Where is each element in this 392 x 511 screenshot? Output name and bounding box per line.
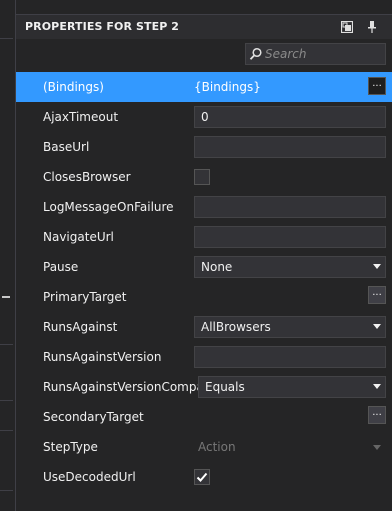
- property-name: (Bindings): [43, 80, 104, 94]
- property-row-primarytarget[interactable]: PrimaryTarget ...: [16, 282, 392, 312]
- pin-button[interactable]: [364, 19, 380, 35]
- search-row: [16, 43, 392, 69]
- logmessageonfailure-field[interactable]: [194, 196, 386, 218]
- property-row-bindings[interactable]: (Bindings) {Bindings} ...: [16, 72, 392, 102]
- splitter-divider: [0, 344, 13, 345]
- closesbrowser-checkbox[interactable]: [194, 169, 210, 185]
- ellipsis-button[interactable]: ...: [368, 77, 386, 95]
- chevron-down-icon: [373, 324, 381, 329]
- property-name: LogMessageOnFailure: [43, 200, 174, 214]
- runsagainstversioncompare-dropdown[interactable]: Equals: [198, 376, 386, 398]
- search-icon: [249, 47, 262, 60]
- property-row-navigateurl[interactable]: NavigateUrl: [16, 222, 392, 252]
- panel-titlebar: PROPERTIES FOR STEP 2: [16, 14, 392, 39]
- property-name: SecondaryTarget: [43, 410, 144, 424]
- chevron-down-icon: [373, 384, 381, 389]
- splitter-divider: [0, 490, 13, 491]
- runsagainstversion-field[interactable]: [194, 346, 386, 368]
- usedecodedurl-checkbox[interactable]: [194, 469, 210, 485]
- panel-title: PROPERTIES FOR STEP 2: [25, 20, 180, 33]
- property-name: PrimaryTarget: [43, 290, 127, 304]
- property-name: RunsAgainstVersionCompare: [43, 380, 216, 394]
- primarytarget-ellipsis-button[interactable]: ...: [368, 286, 386, 304]
- property-name: Pause: [43, 260, 79, 274]
- property-row-runsagainst[interactable]: RunsAgainst AllBrowsers: [16, 312, 392, 342]
- property-name: RunsAgainstVersion: [43, 350, 162, 364]
- splitter-divider: [0, 38, 13, 39]
- left-splitter[interactable]: [0, 0, 13, 511]
- property-row-secondarytarget[interactable]: SecondaryTarget ...: [16, 402, 392, 432]
- property-name: AjaxTimeout: [43, 110, 119, 124]
- maximize-button[interactable]: [339, 19, 355, 35]
- splitter-mark: [2, 296, 10, 298]
- runsagainst-dropdown[interactable]: AllBrowsers: [194, 316, 386, 338]
- splitter-divider: [0, 400, 13, 401]
- property-grid: (Bindings) {Bindings} ... AjaxTimeout 0 …: [16, 72, 392, 492]
- search-box[interactable]: [245, 43, 386, 65]
- dropdown-value: AllBrowsers: [201, 320, 271, 334]
- property-name: ClosesBrowser: [43, 170, 131, 184]
- property-row-steptype[interactable]: StepType Action: [16, 432, 392, 462]
- ajaxtimeout-field[interactable]: 0: [194, 106, 386, 128]
- maximize-icon: [341, 21, 353, 33]
- splitter-divider: [0, 430, 13, 431]
- property-row-closesbrowser[interactable]: ClosesBrowser: [16, 162, 392, 192]
- property-name: NavigateUrl: [43, 230, 114, 244]
- dropdown-value: None: [201, 260, 233, 274]
- property-name: StepType: [43, 440, 98, 454]
- chevron-down-icon: [373, 445, 381, 450]
- property-row-runsagainstversioncompare[interactable]: RunsAgainstVersionCompare Equals: [16, 372, 392, 402]
- properties-panel: PROPERTIES FOR STEP 2 Search (Bindings) …: [15, 0, 392, 511]
- property-row-runsagainstversion[interactable]: RunsAgainstVersion: [16, 342, 392, 372]
- properties-window: PROPERTIES FOR STEP 2 Search (Bindings) …: [0, 0, 392, 511]
- baseurl-field[interactable]: [194, 136, 386, 158]
- property-name: BaseUrl: [43, 140, 90, 154]
- dropdown-value: Equals: [205, 380, 245, 394]
- property-name: RunsAgainst: [43, 320, 118, 334]
- pin-icon: [368, 21, 376, 33]
- pause-dropdown[interactable]: None: [194, 256, 386, 278]
- property-row-ajaxtimeout[interactable]: AjaxTimeout 0: [16, 102, 392, 132]
- property-row-logmessageonfailure[interactable]: LogMessageOnFailure: [16, 192, 392, 222]
- field-value: 0: [201, 110, 209, 124]
- chevron-down-icon: [373, 264, 381, 269]
- property-row-usedecodedurl[interactable]: UseDecodedUrl: [16, 462, 392, 492]
- property-row-baseurl[interactable]: BaseUrl: [16, 132, 392, 162]
- property-name: UseDecodedUrl: [43, 470, 136, 484]
- secondarytarget-ellipsis-button[interactable]: ...: [368, 406, 386, 424]
- property-value: {Bindings}: [194, 80, 261, 94]
- navigateurl-field[interactable]: [194, 226, 386, 248]
- search-input[interactable]: [263, 47, 375, 61]
- steptype-value: Action: [198, 440, 236, 454]
- property-row-pause[interactable]: Pause None: [16, 252, 392, 282]
- checkmark-icon: [196, 472, 208, 482]
